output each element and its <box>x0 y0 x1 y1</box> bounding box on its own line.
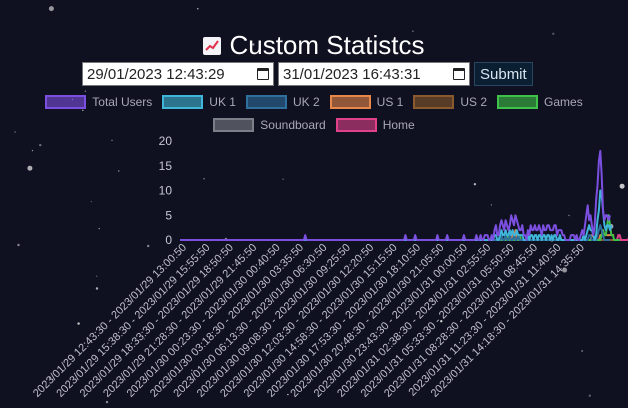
y-tick-label: 0 <box>165 233 172 247</box>
series-line <box>180 189 613 241</box>
series-line <box>180 149 611 241</box>
line-chart: 051015202023/01/29 12:43:30 - 2023/01/29… <box>31 134 628 400</box>
y-tick-label: 10 <box>159 184 173 198</box>
y-tick-label: 15 <box>159 159 173 173</box>
y-tick-label: 5 <box>165 208 172 222</box>
y-tick-label: 20 <box>159 134 173 148</box>
